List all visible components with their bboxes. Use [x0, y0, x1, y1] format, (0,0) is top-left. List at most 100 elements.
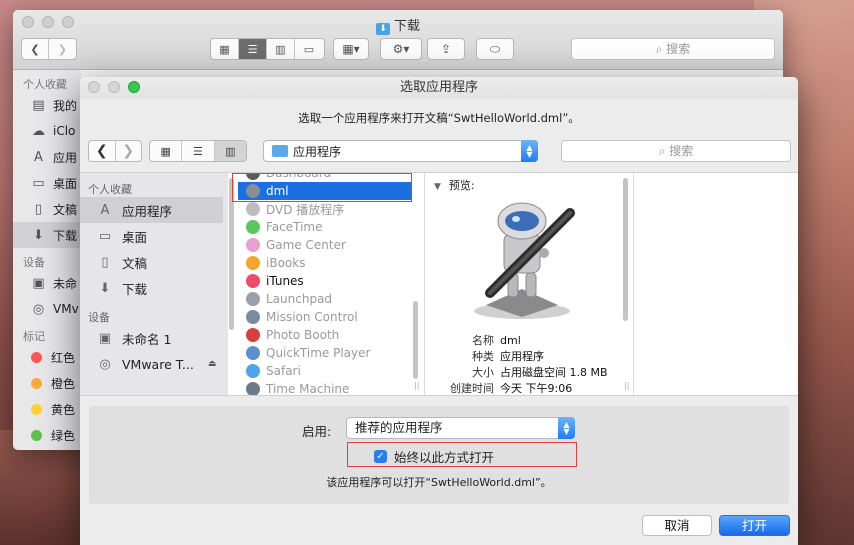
column-resize-grip[interactable]: || [624, 381, 629, 390]
eject-icon[interactable]: ⏏ [208, 359, 217, 369]
tags-button[interactable]: ⬭ [476, 38, 514, 60]
always-open-checkbox[interactable]: ✓ 始终以此方式打开 [374, 447, 494, 466]
app-name: QuickTime Player [266, 346, 371, 360]
app-name: Time Machine [266, 382, 350, 395]
app-row[interactable]: Safari [238, 362, 412, 380]
cloud-icon: ☁ [32, 123, 45, 139]
dialog-title: 选取应用程序 [399, 80, 478, 95]
finder-search-field[interactable]: ⌕ 搜索 [571, 38, 775, 60]
zoom-button[interactable] [128, 81, 140, 93]
open-button[interactable]: 打开 [719, 515, 790, 536]
finder-devices-header: 设备 [23, 256, 45, 269]
sidebar-item-applications[interactable]: A 应用程序 [80, 197, 223, 223]
optical-disc-icon: ◎ [32, 301, 45, 317]
finder-sidebar-item-documents[interactable]: ▯ 文稿 [13, 196, 81, 222]
sidebar-item-documents[interactable]: ▯ 文稿 [80, 249, 228, 275]
folder-icon [272, 145, 288, 157]
disclosure-triangle-icon[interactable]: ▼ [434, 182, 441, 192]
cancel-button[interactable]: 取消 [642, 515, 712, 536]
app-icon [246, 310, 260, 324]
applications-column: Dashboard dml DVD 播放程序 FaceTime Game Center i… [238, 173, 424, 395]
app-row[interactable]: Launchpad [238, 290, 412, 308]
search-icon: ⌕ [655, 42, 663, 56]
forward-arrow-icon[interactable]: ❯ [49, 39, 76, 59]
app-name: Photo Booth [266, 328, 340, 342]
finder-sidebar-item-desktop[interactable]: ▭ 桌面 [13, 170, 81, 196]
applications-icon: A [34, 149, 43, 165]
app-row[interactable]: FaceTime [238, 218, 412, 236]
app-row[interactable]: DVD 播放程序 [238, 200, 412, 218]
close-button[interactable] [88, 81, 100, 93]
back-arrow-icon[interactable]: ❮ [22, 39, 50, 59]
arrange-button[interactable]: ▦▾ [333, 38, 369, 60]
sidebar-item-downloads[interactable]: ⬇ 下载 [80, 275, 228, 301]
list-view-icon[interactable]: ☰ [182, 141, 215, 161]
action-button[interactable]: ⚙▾ [380, 38, 422, 60]
coverflow-view-icon[interactable]: ▭ [295, 39, 323, 59]
app-row[interactable]: iTunes [238, 272, 412, 290]
choose-application-dialog: 选取应用程序 选取一个应用程序来打开文稿“SwtHelloWorld.dml”。… [80, 77, 798, 545]
dialog-window-controls [88, 81, 140, 93]
applications-column-scrollbar[interactable] [413, 301, 418, 379]
app-row[interactable]: QuickTime Player [238, 344, 412, 362]
finder-sidebar-item-disk[interactable]: ▣ 未命 [13, 270, 81, 296]
finder-sidebar-item-allmyfiles[interactable]: ▤ 我的 [13, 92, 81, 118]
icon-view-icon[interactable]: ▦ [211, 39, 239, 59]
dialog-favorites-header: 个人收藏 [88, 183, 132, 196]
finder-sidebar-item-applications[interactable]: A 应用 [13, 144, 81, 170]
gear-icon: ⚙▾ [392, 42, 410, 56]
app-row[interactable]: Game Center [238, 236, 412, 254]
finder-sidebar: 个人收藏 ▤ 我的 ☁ iClo A 应用 ▭ 桌面 ▯ 文稿 ⬇ 下载 设备 ▣ 未命 ◎ V… [13, 70, 81, 450]
share-button[interactable]: ⇪ [427, 38, 465, 60]
forward-arrow-icon[interactable]: ❯ [114, 141, 142, 161]
finder-tags-header: 标记 [23, 330, 45, 343]
highlight-box-dml [232, 173, 412, 202]
dialog-subtitle: 选取一个应用程序来打开文稿“SwtHelloWorld.dml”。 [298, 111, 580, 125]
finder-sidebar-item-downloads[interactable]: ⬇ 下载 [13, 222, 81, 248]
column-resize-grip[interactable]: || [414, 381, 419, 390]
back-arrow-icon[interactable]: ❮ [89, 141, 115, 161]
column-view-icon[interactable]: ▥ [267, 39, 295, 59]
finder-sidebar-item-vmware[interactable]: ◎ VMv [13, 296, 81, 322]
list-view-icon[interactable]: ☰ [239, 39, 267, 59]
share-icon: ⇪ [440, 42, 452, 56]
finder-nav-arrows: ❮ ❯ [21, 38, 77, 60]
app-row[interactable]: iBooks [238, 254, 412, 272]
app-row[interactable]: Mission Control [238, 308, 412, 326]
enable-popup[interactable]: 推荐的应用程序 ▲ ▼ [346, 417, 575, 439]
app-name: Game Center [266, 238, 346, 252]
location-popup[interactable]: 应用程序 ▲ ▼ [263, 140, 538, 162]
finder-view-switcher: ▦ ☰ ▥ ▭ [210, 38, 325, 60]
preview-pane: ▼ 预览: 名称 dml 种类 应用程序 大小 占用磁盘空间 1.8 MB 创建时间 今天… [426, 173, 626, 395]
finder-tag-yellow[interactable]: 黄色 [13, 396, 81, 422]
disk-icon: ▣ [32, 275, 45, 291]
sidebar-item-desktop[interactable]: ▭ 桌面 [80, 223, 228, 249]
finder-toolbar: ⬇ 下载 ❮ ❯ ▦ ☰ ▥ ▭ ▦▾ ⚙▾ ⇪ ⬭ ⌕ 搜索 [13, 10, 783, 70]
search-icon: ⌕ [658, 144, 666, 158]
app-name: Safari [266, 364, 301, 378]
icon-view-icon[interactable]: ▦ [150, 141, 183, 161]
tag-dot-icon [31, 403, 42, 415]
column-divider [424, 173, 425, 395]
app-name: Mission Control [266, 310, 358, 324]
finder-tag-red[interactable]: 红色 [13, 344, 81, 370]
dialog-nav-arrows: ❮ ❯ [88, 140, 142, 162]
app-name: FaceTime [266, 220, 323, 234]
finder-sidebar-item-icloud[interactable]: ☁ iClo [13, 118, 81, 144]
preview-scrollbar[interactable] [623, 178, 628, 321]
column-view-icon[interactable]: ▥ [214, 141, 246, 161]
finder-tag-green[interactable]: 绿色 [13, 422, 81, 448]
popup-arrows-icon: ▲ ▼ [521, 140, 538, 162]
compatibility-note: 该应用程序可以打开“SwtHelloWorld.dml”。 [326, 476, 552, 489]
minimize-button[interactable] [108, 81, 120, 93]
sidebar-item-disk[interactable]: ▣ 未命名 1 [80, 325, 228, 351]
app-name: DVD 播放程序 [266, 202, 345, 217]
app-row[interactable]: Photo Booth [238, 326, 412, 344]
dialog-toolbar: ❮ ❯ ▦ ☰ ▥ 应用程序 ▲ ▼ ⌕ 搜索 [80, 128, 798, 168]
app-row[interactable]: Time Machine [238, 380, 412, 395]
finder-tag-orange[interactable]: 橙色 [13, 370, 81, 396]
tag-dot-icon [31, 377, 42, 389]
sidebar-item-vmware[interactable]: ◎ VMware T... ⏏ [80, 351, 228, 377]
app-icon [246, 328, 260, 342]
dialog-search-field[interactable]: ⌕ 搜索 [561, 140, 791, 162]
